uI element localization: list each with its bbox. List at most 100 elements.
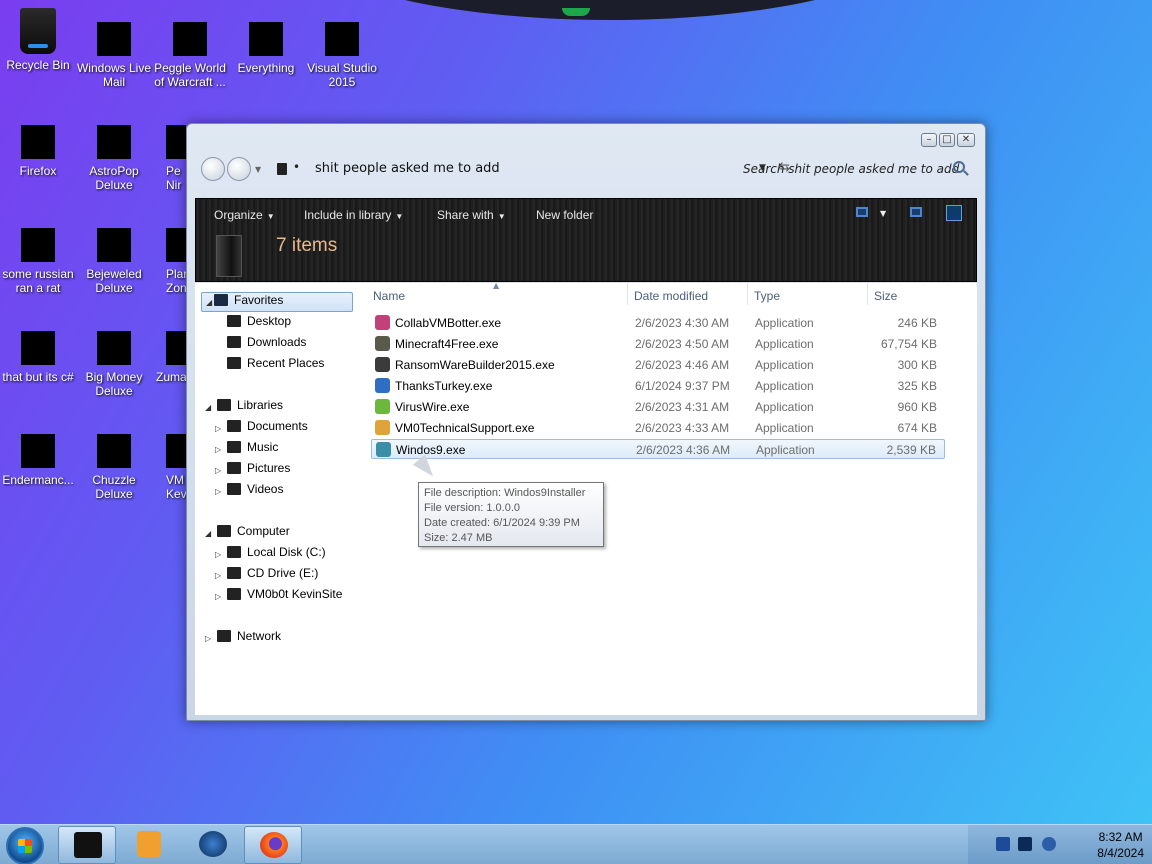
desktop-icon-peggle-nights[interactable]: Pe Nir xyxy=(150,125,186,192)
nav-cd-drive[interactable]: ▷ CD Drive (E:) xyxy=(215,566,318,586)
column-headers: ▲ Name Date modified Type Size xyxy=(371,281,967,309)
nav-videos[interactable]: ▷ Videos xyxy=(215,482,283,502)
desktop-icon-plants-vs-zombies[interactable]: Plan Zon xyxy=(150,228,186,295)
nav-libraries[interactable]: ◢ Libraries xyxy=(205,398,283,418)
column-date-modified[interactable]: Date modified xyxy=(634,289,708,303)
back-button[interactable] xyxy=(201,157,225,181)
application-icon xyxy=(375,315,390,330)
nav-documents[interactable]: ▷ Documents xyxy=(215,419,308,439)
nav-computer[interactable]: ◢ Computer xyxy=(205,524,290,544)
nav-recent-places[interactable]: Recent Places xyxy=(225,356,324,376)
file-date: 2/6/2023 4:50 AM xyxy=(635,337,730,351)
search-icon[interactable] xyxy=(953,161,965,173)
nav-local-disk[interactable]: ▷ Local Disk (C:) xyxy=(215,545,326,565)
clock-date: 8/4/2024 xyxy=(1097,846,1144,860)
desktop-icon-vm-kevin[interactable]: VM Kev xyxy=(150,434,186,501)
desktop-icon-bejeweled[interactable]: Bejeweled Deluxe xyxy=(76,228,152,295)
file-type: Application xyxy=(756,443,815,457)
desktop-icon-astropop[interactable]: AstroPop Deluxe xyxy=(76,125,152,192)
column-name[interactable]: Name xyxy=(373,289,405,303)
file-row[interactable]: Windos9.exe 2/6/2023 4:36 AM Application 2,… xyxy=(371,439,945,459)
collapsed-icon: ▷ xyxy=(215,592,222,601)
maximize-button[interactable]: □ xyxy=(939,133,955,147)
share-with-button[interactable]: Share with ▼ xyxy=(437,208,506,222)
file-type: Application xyxy=(755,421,814,435)
search-box[interactable]: Search shit people asked me to add xyxy=(733,156,973,182)
start-button[interactable] xyxy=(6,827,44,864)
desktop-icon-peggle[interactable]: Peggle World of Warcraft ... xyxy=(152,22,228,89)
taskbar-firefox[interactable] xyxy=(244,826,302,864)
desktop-icon-zuma[interactable]: Zuma xyxy=(150,331,186,384)
include-in-library-button[interactable]: Include in library ▼ xyxy=(304,208,403,222)
tray-monitor-icon[interactable] xyxy=(1018,837,1032,851)
desktop-icon-firefox[interactable]: Firefox xyxy=(0,125,76,178)
nav-pictures[interactable]: ▷ Pictures xyxy=(215,461,290,481)
column-type[interactable]: Type xyxy=(754,289,780,303)
column-separator[interactable] xyxy=(627,283,628,305)
file-date: 2/6/2023 4:31 AM xyxy=(635,400,730,414)
taskbar-globe[interactable] xyxy=(184,826,242,864)
desktop-icon-visual-studio[interactable]: Visual Studio 2015 xyxy=(304,22,380,89)
desktop-icon-label: AstroPop Deluxe xyxy=(89,164,139,192)
tooltip-version: File version: 1.0.0.0 xyxy=(424,502,520,514)
recent-pages-dropdown[interactable]: ▼ xyxy=(255,165,261,174)
vm-icon xyxy=(166,434,186,468)
nav-network[interactable]: ▷ Network xyxy=(205,629,281,649)
desktop-icon-that-but-its-csharp[interactable]: that but its c# xyxy=(0,331,76,384)
desktop-icon-recycle-bin[interactable]: Recycle Bin xyxy=(0,8,76,72)
desktop-icon-chuzzle[interactable]: Chuzzle Deluxe xyxy=(76,434,152,501)
preview-pane-icon[interactable] xyxy=(910,207,922,217)
application-icon xyxy=(375,336,390,351)
desktop-icon-russian-rat[interactable]: some russian ran a rat xyxy=(0,228,76,295)
nav-desktop[interactable]: Desktop xyxy=(225,314,291,334)
application-icon xyxy=(375,357,390,372)
tray-network-icon[interactable] xyxy=(996,837,1010,851)
file-row[interactable]: Minecraft4Free.exe 2/6/2023 4:50 AM Applic… xyxy=(371,334,945,354)
column-separator[interactable] xyxy=(747,283,748,305)
taskbar-media-player[interactable] xyxy=(120,826,178,864)
help-icon[interactable] xyxy=(946,205,962,221)
file-size: 246 KB xyxy=(897,316,937,330)
forward-button[interactable] xyxy=(227,157,251,181)
organize-button[interactable]: Organize ▼ xyxy=(214,208,275,222)
chevron-down-icon: ▼ xyxy=(395,212,404,221)
file-row[interactable]: VirusWire.exe 2/6/2023 4:31 AM Application… xyxy=(371,397,945,417)
file-size: 2,539 KB xyxy=(886,443,936,457)
file-name: Minecraft4Free.exe xyxy=(395,337,499,351)
file-date: 2/6/2023 4:30 AM xyxy=(635,316,730,330)
tray-volume-icon[interactable] xyxy=(1042,837,1056,851)
globe-icon xyxy=(199,831,227,857)
file-row[interactable]: VM0TechnicalSupport.exe 2/6/2023 4:33 AM A… xyxy=(371,418,945,438)
explorer-window[interactable]: – □ ✕ ▼ • shit people asked me to add ▼ … xyxy=(186,123,986,721)
nav-favorites[interactable]: ◢ Favorites xyxy=(201,292,353,312)
tooltip-description: File description: Windos9Installer xyxy=(424,487,586,499)
file-size: 960 KB xyxy=(897,400,937,414)
taskbar-explorer[interactable] xyxy=(58,826,116,864)
nav-downloads[interactable]: Downloads xyxy=(225,335,306,355)
desktop-icon-everything[interactable]: Everything xyxy=(228,22,304,75)
close-button[interactable]: ✕ xyxy=(957,133,975,147)
collapsed-icon: ▷ xyxy=(215,571,222,580)
new-folder-button[interactable]: New folder xyxy=(536,208,593,222)
column-separator[interactable] xyxy=(867,283,868,305)
clock[interactable]: 8:32 AM 8/4/2024 xyxy=(1097,829,1144,861)
file-row[interactable]: CollabVMBotter.exe 2/6/2023 4:30 AM Applic… xyxy=(371,313,945,333)
column-size[interactable]: Size xyxy=(874,289,897,303)
desktop-icon-big-money[interactable]: Big Money Deluxe xyxy=(76,331,152,398)
nav-music[interactable]: ▷ Music xyxy=(215,440,278,460)
file-row[interactable]: ThanksTurkey.exe 6/1/2024 9:37 PM Applicat… xyxy=(371,376,945,396)
desktop-icon-label: Zuma xyxy=(156,370,186,384)
file-name: CollabVMBotter.exe xyxy=(395,316,502,330)
file-row[interactable]: RansomWareBuilder2015.exe 2/6/2023 4:46 A… xyxy=(371,355,945,375)
nav-kevinsite[interactable]: ▷ VM0b0t KevinSite xyxy=(215,587,342,607)
view-options-icon[interactable] xyxy=(856,207,868,217)
address-bar[interactable]: • shit people asked me to add ▼ ⇆ xyxy=(271,156,790,182)
clock-time: 8:32 AM xyxy=(1098,830,1143,844)
desktop-icon-windows-live-mail[interactable]: Windows Live Mail xyxy=(76,22,152,89)
view-options-dropdown[interactable]: ▼ xyxy=(880,209,886,218)
file-date: 6/1/2024 9:37 PM xyxy=(635,379,730,393)
desktop-icon-endermanch[interactable]: Endermanc... xyxy=(0,434,76,487)
search-input[interactable]: Search shit people asked me to add xyxy=(743,162,959,176)
desktop-icon-label: that but its c# xyxy=(2,370,74,384)
minimize-button[interactable]: – xyxy=(921,133,937,147)
